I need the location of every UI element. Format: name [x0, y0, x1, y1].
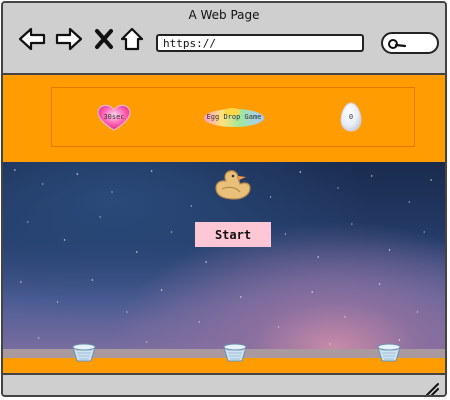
basket-icon — [222, 341, 248, 367]
browser-chrome: A Web Page https:// — [3, 3, 445, 75]
back-button[interactable] — [17, 25, 47, 53]
game-title-badge: Egg Drop Game — [202, 106, 266, 128]
home-icon — [119, 26, 145, 52]
search-box[interactable] — [381, 32, 439, 54]
web-page-content: 30sec Egg Drop Game 0 Start — [3, 75, 445, 373]
address-bar[interactable]: https:// — [156, 34, 364, 52]
game-info-panel: 30sec Egg Drop Game 0 — [51, 87, 415, 147]
back-icon — [18, 27, 46, 51]
resize-grip-icon[interactable] — [425, 381, 439, 395]
basket-icon — [71, 341, 97, 367]
close-icon — [94, 28, 114, 50]
start-button[interactable]: Start — [195, 222, 271, 247]
score-badge: 0 — [339, 101, 363, 133]
timer-badge: 30sec — [94, 102, 134, 132]
browser-window: A Web Page https:// 30sec Egg Drop Game … — [1, 1, 447, 397]
forward-icon — [55, 27, 83, 51]
duck-player-icon[interactable] — [210, 168, 256, 206]
stop-button[interactable] — [89, 25, 119, 53]
window-title: A Web Page — [188, 8, 260, 22]
home-button[interactable] — [117, 25, 147, 53]
timer-text: 30sec — [103, 113, 125, 121]
game-stage: Start — [3, 162, 445, 358]
forward-button[interactable] — [54, 25, 84, 53]
score-text: 0 — [348, 113, 354, 121]
url-text: https:// — [163, 37, 216, 50]
status-bar — [3, 373, 445, 395]
game-title-text: Egg Drop Game — [206, 113, 262, 121]
basket-icon — [376, 341, 402, 367]
game-header: 30sec Egg Drop Game 0 — [3, 75, 445, 162]
